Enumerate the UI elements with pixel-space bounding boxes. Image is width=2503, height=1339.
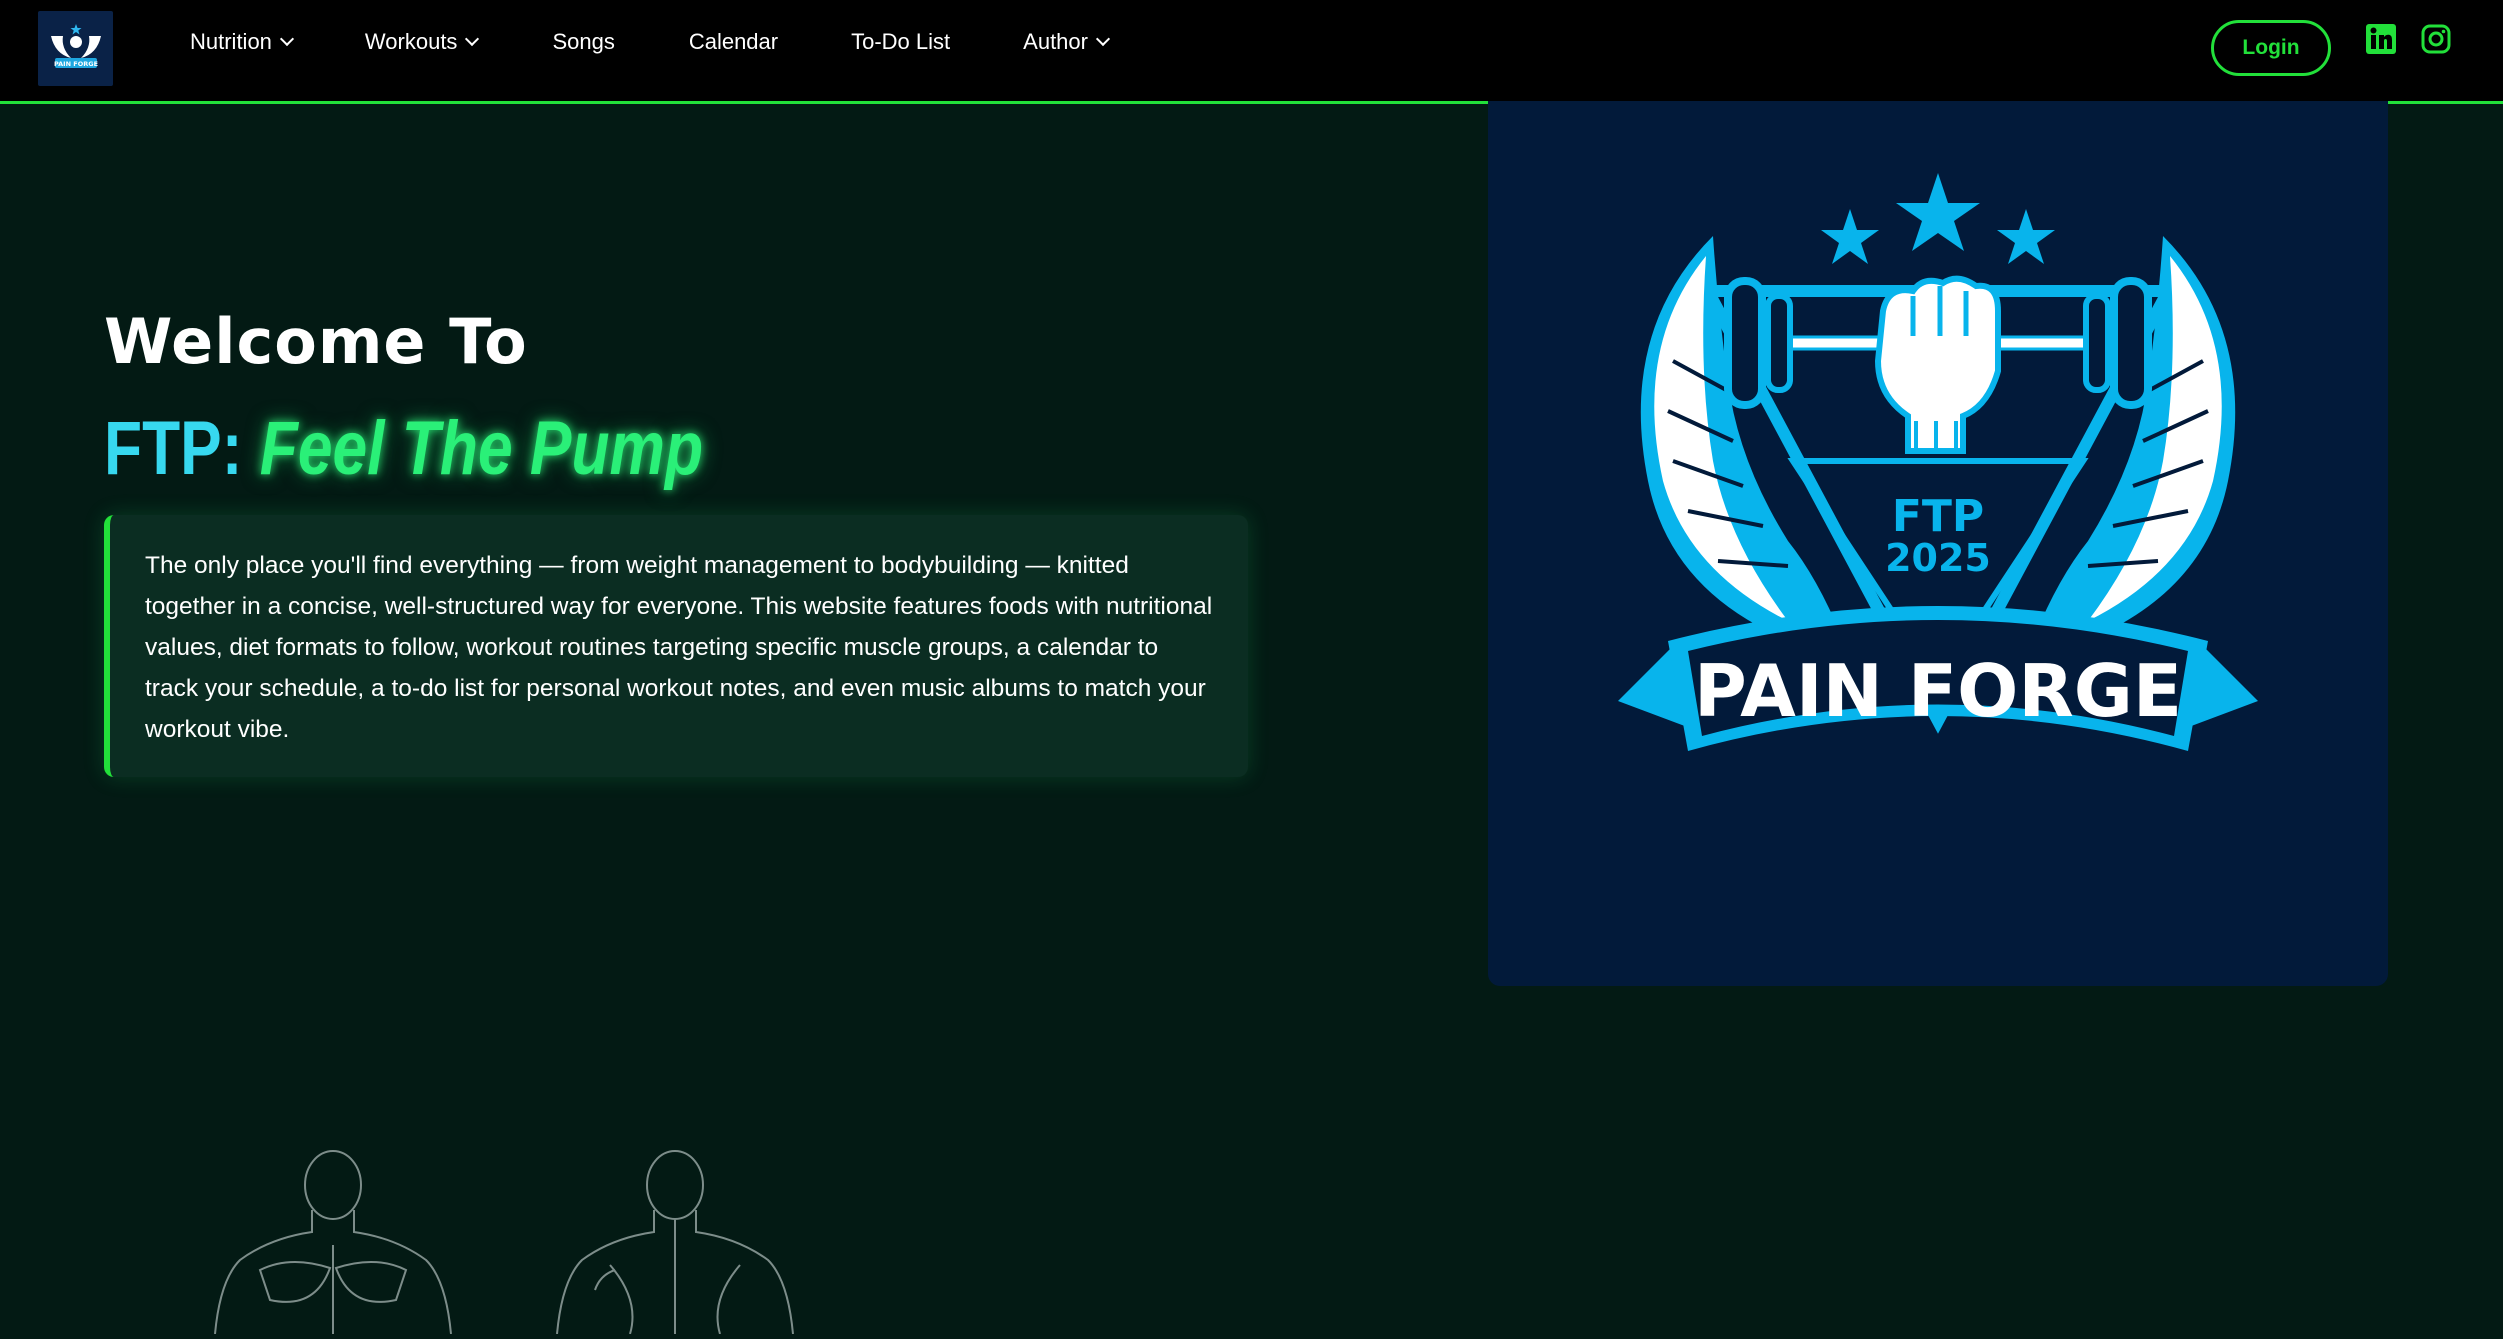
nav-label: To-Do List [851, 29, 951, 54]
body-back-icon[interactable] [556, 1150, 794, 1335]
pain-forge-emblem: FTP 2025 PAIN FORGE [1618, 173, 2258, 751]
nav-item-author[interactable]: Author [1023, 29, 1111, 55]
emblem-year-text: 2025 [1885, 536, 1991, 580]
nav-label: Author [1023, 29, 1088, 54]
instagram-icon[interactable] [2419, 22, 2453, 56]
tagline: Feel The Pump [259, 406, 704, 491]
top-navbar: PAIN FORGE Nutrition Workouts Songs Cale… [0, 0, 2503, 104]
star-icon [1821, 209, 1879, 264]
main-nav: Nutrition Workouts Songs Calendar To-Do … [190, 26, 1111, 58]
hero-emblem-panel: FTP 2025 PAIN FORGE [1488, 101, 2388, 986]
pain-forge-logo-icon: PAIN FORGE [50, 23, 101, 68]
nav-label: Nutrition [190, 29, 272, 54]
nav-label: Calendar [688, 29, 779, 54]
nav-label: Songs [552, 29, 615, 54]
star-icon [1896, 173, 1980, 251]
brand-logo[interactable]: PAIN FORGE [38, 11, 113, 86]
fist-icon [1874, 275, 2001, 454]
ftp-prefix: FTP: [104, 406, 243, 491]
chevron-down-icon [465, 31, 480, 47]
logo-small-text: PAIN FORGE [53, 60, 97, 68]
welcome-heading: Welcome To [104, 305, 528, 378]
emblem-banner-text: PAIN FORGE [1694, 649, 2182, 733]
login-button[interactable]: Login [2211, 20, 2331, 76]
chevron-down-icon [279, 31, 294, 47]
nav-item-songs[interactable]: Songs [552, 29, 614, 55]
body-front-icon[interactable] [214, 1150, 452, 1335]
nav-item-calendar[interactable]: Calendar [689, 29, 778, 55]
intro-card: The only place you'll find everything — … [104, 515, 1248, 777]
site-title: FTP: Feel The Pump [104, 405, 703, 492]
star-icon [1997, 209, 2055, 264]
muscle-figures [200, 1150, 800, 1335]
linkedin-icon[interactable] [2364, 22, 2398, 56]
nav-item-nutrition[interactable]: Nutrition [190, 29, 294, 55]
nav-label: Workouts [364, 29, 458, 54]
nav-item-todo-list[interactable]: To-Do List [851, 29, 950, 55]
emblem-ftp-text: FTP [1892, 491, 1984, 542]
intro-text: The only place you'll find everything — … [145, 552, 1213, 743]
nav-item-workouts[interactable]: Workouts [364, 29, 480, 55]
chevron-down-icon [1095, 31, 1111, 47]
